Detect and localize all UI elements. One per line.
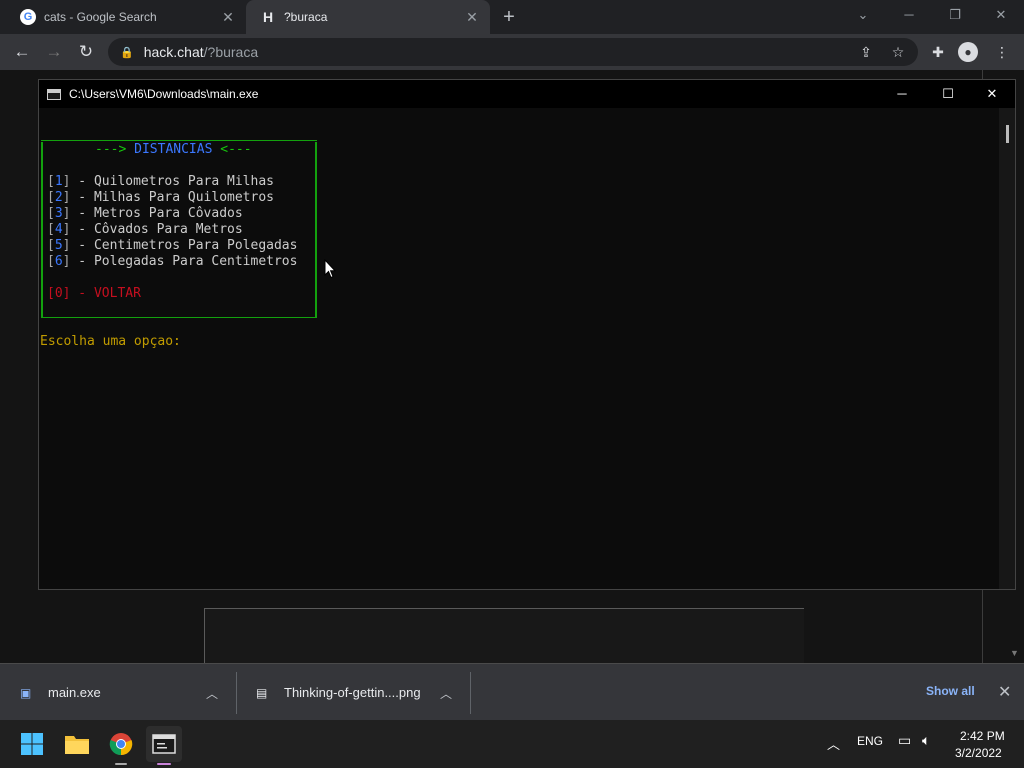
menu-top-border xyxy=(41,140,317,141)
browser-toolbar: ← → ↻ 🔒 hack.chat/?buraca ⇪ ☆ ✚ ● ⋮ xyxy=(0,34,1024,70)
console-app-taskbar-icon[interactable] xyxy=(146,726,182,762)
console-active-indicator xyxy=(157,763,171,765)
download-item-png[interactable]: ▤ Thinking-of-gettin....png ︿ xyxy=(256,664,466,721)
menu-left-border xyxy=(41,142,43,318)
exe-file-icon: ▣ xyxy=(20,685,32,700)
menu-item: [4] - Côvados Para Metros xyxy=(47,222,243,237)
download-filename: Thinking-of-gettin....png xyxy=(284,685,421,700)
console-minimize-icon[interactable]: ─ xyxy=(879,80,925,108)
profile-avatar-icon[interactable]: ● xyxy=(958,42,978,62)
download-separator xyxy=(236,672,237,714)
console-close-icon[interactable]: ✕ xyxy=(969,80,1015,108)
mouse-pointer-icon xyxy=(324,259,336,279)
lock-icon: 🔒 xyxy=(120,46,134,59)
clock-date[interactable]: 3/2/2022 xyxy=(955,746,1002,760)
extensions-puzzle-icon[interactable]: ✚ xyxy=(926,40,950,64)
back-arrow-icon[interactable]: ← xyxy=(10,40,34,64)
tab-close-icon[interactable]: ✕ xyxy=(220,9,236,25)
console-titlebar[interactable]: C:\Users\VM6\Downloads\main.exe xyxy=(39,80,1015,108)
forward-arrow-icon[interactable]: → xyxy=(42,40,66,64)
chrome-running-indicator xyxy=(115,763,127,765)
menu-item: [2] - Milhas Para Quilometros xyxy=(47,190,274,205)
google-favicon-icon: G xyxy=(20,9,36,25)
tab-close-icon[interactable]: ✕ xyxy=(464,9,480,25)
chevron-up-icon[interactable]: ︿ xyxy=(206,685,218,702)
menu-bottom-border xyxy=(41,317,317,318)
restore-icon[interactable]: ❐ xyxy=(943,4,967,26)
clock-time[interactable]: 2:42 PM xyxy=(960,729,1005,743)
menu-exit-item: [0] - VOLTAR xyxy=(47,286,141,301)
close-window-icon[interactable]: ✕ xyxy=(989,4,1013,26)
console-app-icon xyxy=(47,88,61,100)
download-bar: ▣ main.exe ︿ ▤ Thinking-of-gettin....png… xyxy=(0,663,1024,720)
download-item-main-exe[interactable]: ▣ main.exe ︿ xyxy=(20,664,230,721)
address-bar[interactable]: 🔒 hack.chat/?buraca xyxy=(108,38,918,66)
close-download-bar-icon[interactable]: ✕ xyxy=(998,682,1011,702)
tab-strip: G cats - Google Search ✕ H ?buraca ✕ + ⌄… xyxy=(0,0,1024,34)
share-icon[interactable]: ⇪ xyxy=(854,40,878,64)
console-window[interactable]: C:\Users\VM6\Downloads\main.exe ─ ☐ ✕ --… xyxy=(38,79,1016,590)
menu-header: ---> DISTANCIAS <--- xyxy=(95,142,252,157)
bookmark-star-icon[interactable]: ☆ xyxy=(886,40,910,64)
menu-item: [6] - Polegadas Para Centimetros xyxy=(47,254,298,269)
menu-right-border xyxy=(315,142,317,318)
tab-title: ?buraca xyxy=(284,10,328,24)
file-explorer-icon[interactable] xyxy=(59,726,95,762)
url-path: /?buraca xyxy=(203,44,259,60)
tab-title: cats - Google Search xyxy=(44,10,157,24)
windows-start-icon[interactable] xyxy=(14,726,50,762)
console-scrollbar[interactable] xyxy=(999,108,1015,589)
console-output[interactable]: ---> DISTANCIAS <--- [1] - Quilometros P… xyxy=(39,108,999,589)
chevron-up-icon[interactable]: ︿ xyxy=(440,685,452,702)
console-title: C:\Users\VM6\Downloads\main.exe xyxy=(69,87,259,101)
download-separator xyxy=(470,672,471,714)
tab-google-search[interactable]: G cats - Google Search ✕ xyxy=(8,0,246,34)
volume-icon[interactable]: 🔈︎ xyxy=(922,732,930,749)
tab-hackchat[interactable]: H ?buraca ✕ xyxy=(246,0,490,34)
image-file-icon: ▤ xyxy=(256,685,268,700)
menu-kebab-icon[interactable]: ⋮ xyxy=(990,40,1014,64)
windows-taskbar: ︿ ENG ▭ 🔈︎ 2:42 PM 3/2/2022 xyxy=(0,720,1024,768)
language-indicator[interactable]: ENG xyxy=(857,734,883,748)
console-maximize-icon[interactable]: ☐ xyxy=(925,80,971,108)
show-all-downloads-button[interactable]: Show all xyxy=(926,684,975,698)
url-host: hack.chat xyxy=(143,44,204,60)
hackchat-favicon-icon: H xyxy=(262,9,274,25)
new-tab-plus-icon[interactable]: + xyxy=(498,6,520,28)
show-hidden-icons-chevron-icon[interactable]: ︿ xyxy=(827,734,840,753)
download-filename: main.exe xyxy=(48,685,101,700)
reload-icon[interactable]: ↻ xyxy=(74,40,98,64)
chrome-icon[interactable] xyxy=(103,726,139,762)
menu-item: [5] - Centimetros Para Polegadas xyxy=(47,238,298,253)
console-scroll-thumb[interactable] xyxy=(1006,125,1009,143)
console-prompt: Escolha uma opçao: xyxy=(40,334,181,349)
page-chat-box xyxy=(204,608,804,663)
tab-search-chevron-icon[interactable]: ⌄ xyxy=(851,4,875,26)
menu-item: [1] - Quilometros Para Milhas xyxy=(47,174,274,189)
scroll-down-arrow-icon[interactable]: ▼ xyxy=(1010,648,1019,658)
network-icon[interactable]: ▭ xyxy=(898,732,911,749)
menu-item: [3] - Metros Para Côvados xyxy=(47,206,243,221)
minimize-icon[interactable]: ─ xyxy=(897,4,921,26)
